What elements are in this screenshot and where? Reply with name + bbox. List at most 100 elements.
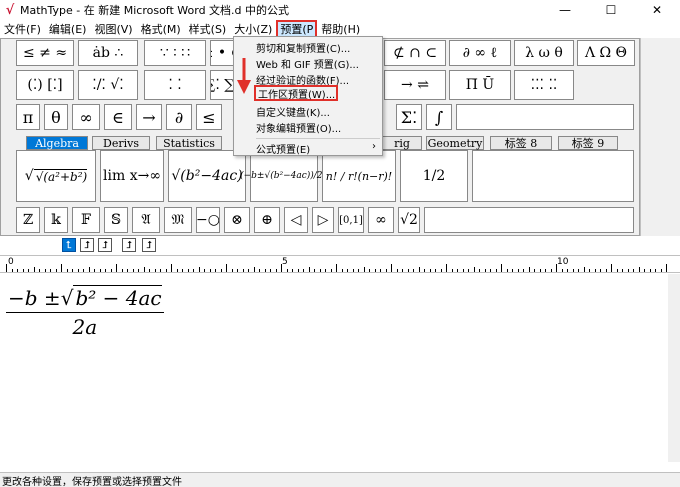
menu-format[interactable]: 格式(M) (137, 20, 185, 38)
maximize-button[interactable]: ☐ (588, 0, 634, 20)
palette-greek-lower[interactable]: λ ω θ (514, 40, 574, 66)
menu-equation-prefs[interactable]: 公式预置(E) (256, 140, 310, 156)
palette-sqrt-two[interactable]: √2 (398, 207, 420, 233)
tab-label-8[interactable]: 标签 8 (490, 136, 552, 150)
tab-label-9[interactable]: 标签 9 (558, 136, 618, 150)
ruler-tick (358, 269, 359, 272)
palette-field-f[interactable]: 𝔽 (72, 207, 100, 233)
ruler-tick (116, 264, 117, 272)
palette-spaces[interactable]: ȧb ∴ (78, 40, 138, 66)
palette-set-s[interactable]: 𝕊 (104, 207, 128, 233)
ruler-tick (198, 267, 200, 272)
palette-sum-template[interactable]: Σ⁚ (396, 104, 422, 130)
minimize-button[interactable]: — (542, 0, 588, 20)
palette-closed-interval[interactable]: [0,1] (338, 207, 364, 233)
palette-relations[interactable]: ≤ ≠ ≈ (16, 40, 74, 66)
palette-integral[interactable]: ∫ (426, 104, 452, 130)
menu-object-edit-prefs[interactable]: 对象编辑预置(O)... (256, 119, 341, 135)
palette-matrices[interactable]: ⁚⁚⁚ ⁚⁚ (514, 70, 574, 100)
ruler-tick (121, 269, 123, 272)
palette-partial[interactable]: ∂ (166, 104, 192, 130)
ruler-tick (237, 269, 238, 272)
ruler-tick (303, 269, 304, 272)
palette-theta[interactable]: θ (44, 104, 68, 130)
palette-scripts[interactable]: ⁚ ⁚ (144, 70, 206, 100)
menu-custom-keyboard[interactable]: 自定义键盘(K)... (256, 103, 330, 119)
palette-fractions[interactable]: ⁚/⁚ √⁚ (78, 70, 138, 100)
menu-workspace-prefs[interactable]: 工作区预置(W)... (254, 85, 338, 101)
palette-integers[interactable]: ℤ (16, 207, 40, 233)
palette-misc[interactable]: ∂ ∞ ℓ (449, 40, 511, 66)
palette-element-of[interactable]: ∈ (104, 104, 132, 130)
palette-left-triangle[interactable]: ◁ (284, 207, 308, 233)
palette-right-arrow[interactable]: → (136, 104, 162, 130)
palette-field-k[interactable]: 𝕜 (44, 207, 68, 233)
template-pythagoras[interactable]: √ √(a²+b²) (16, 150, 96, 202)
ruler-tick (94, 269, 95, 272)
palette-fraktur-a[interactable]: 𝔄 (132, 207, 160, 233)
ruler-tick (77, 269, 79, 272)
nudge-up4-button[interactable]: ⮥ (142, 238, 156, 252)
palette-oplus[interactable]: ⊕ (254, 207, 280, 233)
tab-trig[interactable]: rig (382, 136, 422, 150)
tab-derivs[interactable]: Derivs (92, 136, 150, 150)
palette-leq[interactable]: ≤ (196, 104, 222, 130)
palette-multimap[interactable]: −○ (196, 207, 220, 233)
palette-infinity[interactable]: ∞ (72, 104, 100, 130)
palette-fraktur-m[interactable]: 𝔐 (164, 207, 192, 233)
ruler-tick (270, 269, 271, 272)
menu-web-gif-prefs[interactable]: Web 和 GIF 预置(G)... (256, 55, 359, 71)
palette-arrows[interactable]: → ⇌ (384, 70, 446, 100)
menu-cut-copy-prefs[interactable]: 剪切和复制预置(C)... (256, 39, 350, 55)
palette-greek-upper[interactable]: Λ Ω Θ (577, 40, 635, 66)
ruler-tick (193, 269, 194, 272)
menu-view[interactable]: 视图(V) (90, 20, 136, 38)
template-limit[interactable]: lim x→∞ (100, 150, 164, 202)
red-arrow-icon (237, 58, 251, 94)
ruler-tick (11, 269, 13, 272)
ruler-tick (517, 269, 519, 272)
tab-algebra[interactable]: Algebra (26, 136, 88, 150)
palette-embellish[interactable]: ∵ ∶ ∷ (144, 40, 206, 66)
tab-statistics[interactable]: Statistics (156, 136, 222, 150)
ruler-tick (138, 269, 139, 272)
template-one-half[interactable]: 1/2 (400, 150, 468, 202)
palette-row3-empty[interactable] (456, 104, 634, 130)
nudge-left-button[interactable]: ⮤ (62, 238, 76, 252)
menu-style[interactable]: 样式(S) (185, 20, 231, 38)
palette-pi[interactable]: π (16, 104, 40, 130)
ruler-tick (308, 267, 310, 272)
palette-fences[interactable]: (⁚) [⁚] (16, 70, 74, 100)
menu-file[interactable]: 文件(F) (0, 20, 45, 38)
ruler-tick (578, 269, 579, 272)
template-quadratic[interactable]: (−b±√(b²−4ac))/2a (240, 150, 328, 202)
ruler-tick (50, 269, 51, 272)
template-binomial[interactable]: n! / r!(n−r)! (322, 150, 396, 202)
ruler-label-5: 5 (282, 257, 288, 267)
nudge-up2-button[interactable]: ⮥ (98, 238, 112, 252)
palette-sums[interactable]: ∑⁚ ∑⁚ (210, 70, 234, 100)
submenu-arrow-icon: › (372, 141, 376, 152)
ruler-tick (204, 269, 205, 272)
palette-otimes[interactable]: ⊗ (224, 207, 250, 233)
template-row-empty[interactable] (472, 150, 634, 202)
palette-products[interactable]: Π̄ Ū (449, 70, 511, 100)
tab-geometry[interactable]: Geometry (426, 136, 484, 150)
ruler-tick (99, 269, 101, 272)
ruler-tick (66, 269, 68, 272)
formula-quadratic[interactable]: −b ±√ b² − 4ac 2a (6, 285, 164, 339)
ruler-tick (220, 269, 222, 272)
nudge-up-button[interactable]: ⮥ (80, 238, 94, 252)
palette-infinity-2[interactable]: ∞ (368, 207, 394, 233)
palette-operators[interactable]: ± • ⊗ (210, 40, 234, 66)
palette-row5-empty[interactable] (424, 207, 634, 233)
template-discriminant[interactable]: √(b²−4ac) (168, 150, 246, 202)
ruler-tick (501, 264, 502, 272)
nudge-up3-button[interactable]: ⮥ (122, 238, 136, 252)
palette-sets[interactable]: ⊄ ∩ ⊂ (384, 40, 446, 66)
edit-area-scrollbar[interactable] (668, 274, 680, 462)
palette-right-triangle[interactable]: ▷ (312, 207, 334, 233)
close-button[interactable]: ✕ (634, 0, 680, 20)
menu-edit[interactable]: 编辑(E) (45, 20, 91, 38)
ruler-tick (319, 269, 321, 272)
